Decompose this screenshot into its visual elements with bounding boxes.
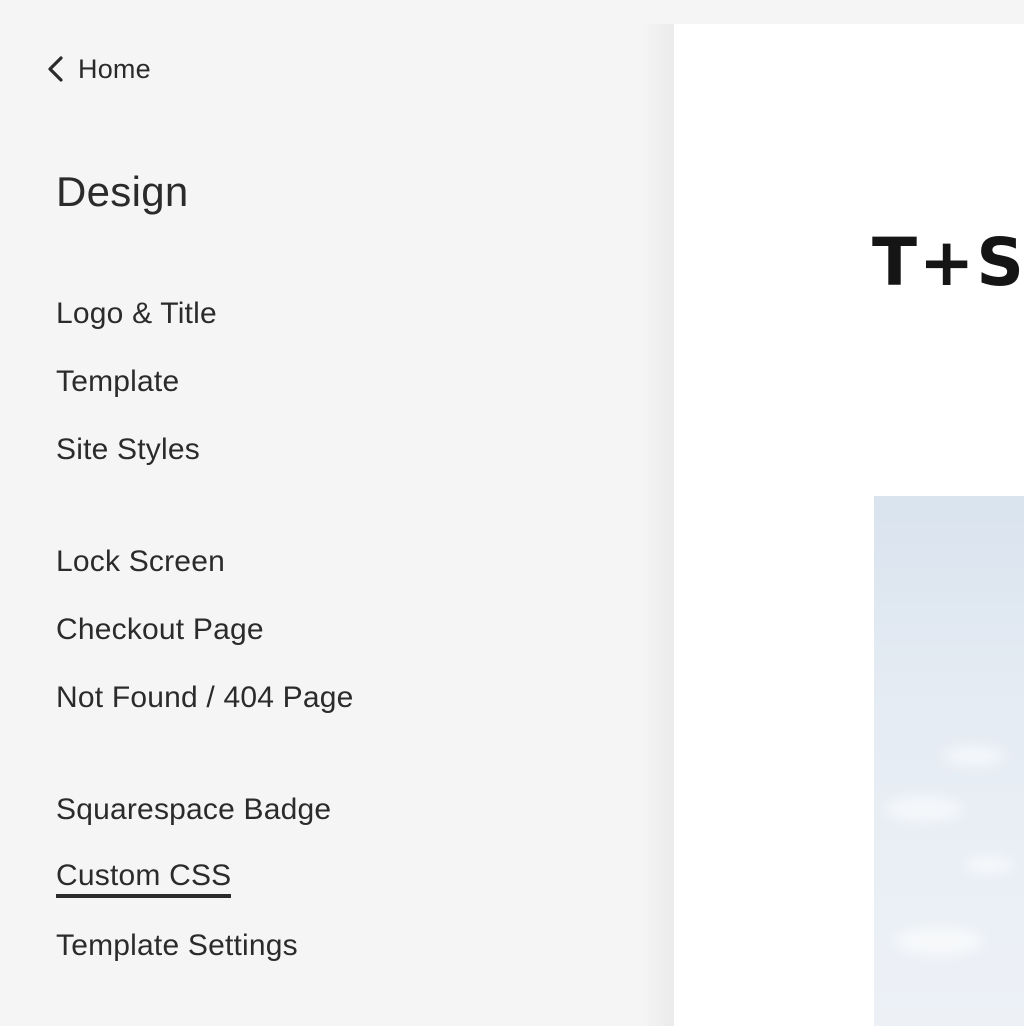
menu-item-not-found-page[interactable]: Not Found / 404 Page [56,680,354,716]
menu-item-site-styles[interactable]: Site Styles [56,432,200,468]
menu-item-lock-screen[interactable]: Lock Screen [56,544,225,580]
back-home-label: Home [78,53,151,84]
panel-title: Design [56,168,189,215]
menu-item-squarespace-badge[interactable]: Squarespace Badge [56,792,331,828]
site-preview[interactable]: T+S [674,24,1024,1026]
chevron-left-icon [48,56,63,82]
site-logo[interactable]: T+S [872,224,1024,301]
menu-item-logo-title[interactable]: Logo & Title [56,296,217,332]
design-sidebar: Home Design Logo & Title Template Site S… [0,0,674,1026]
menu-item-template[interactable]: Template [56,364,179,400]
menu-item-template-settings[interactable]: Template Settings [56,928,298,964]
back-home-link[interactable]: Home [44,52,151,86]
hero-image [874,496,1024,1026]
app-window: Home Design Logo & Title Template Site S… [0,0,1024,1026]
menu-item-checkout-page[interactable]: Checkout Page [56,612,264,648]
menu-item-custom-css[interactable]: Custom CSS [56,860,232,898]
